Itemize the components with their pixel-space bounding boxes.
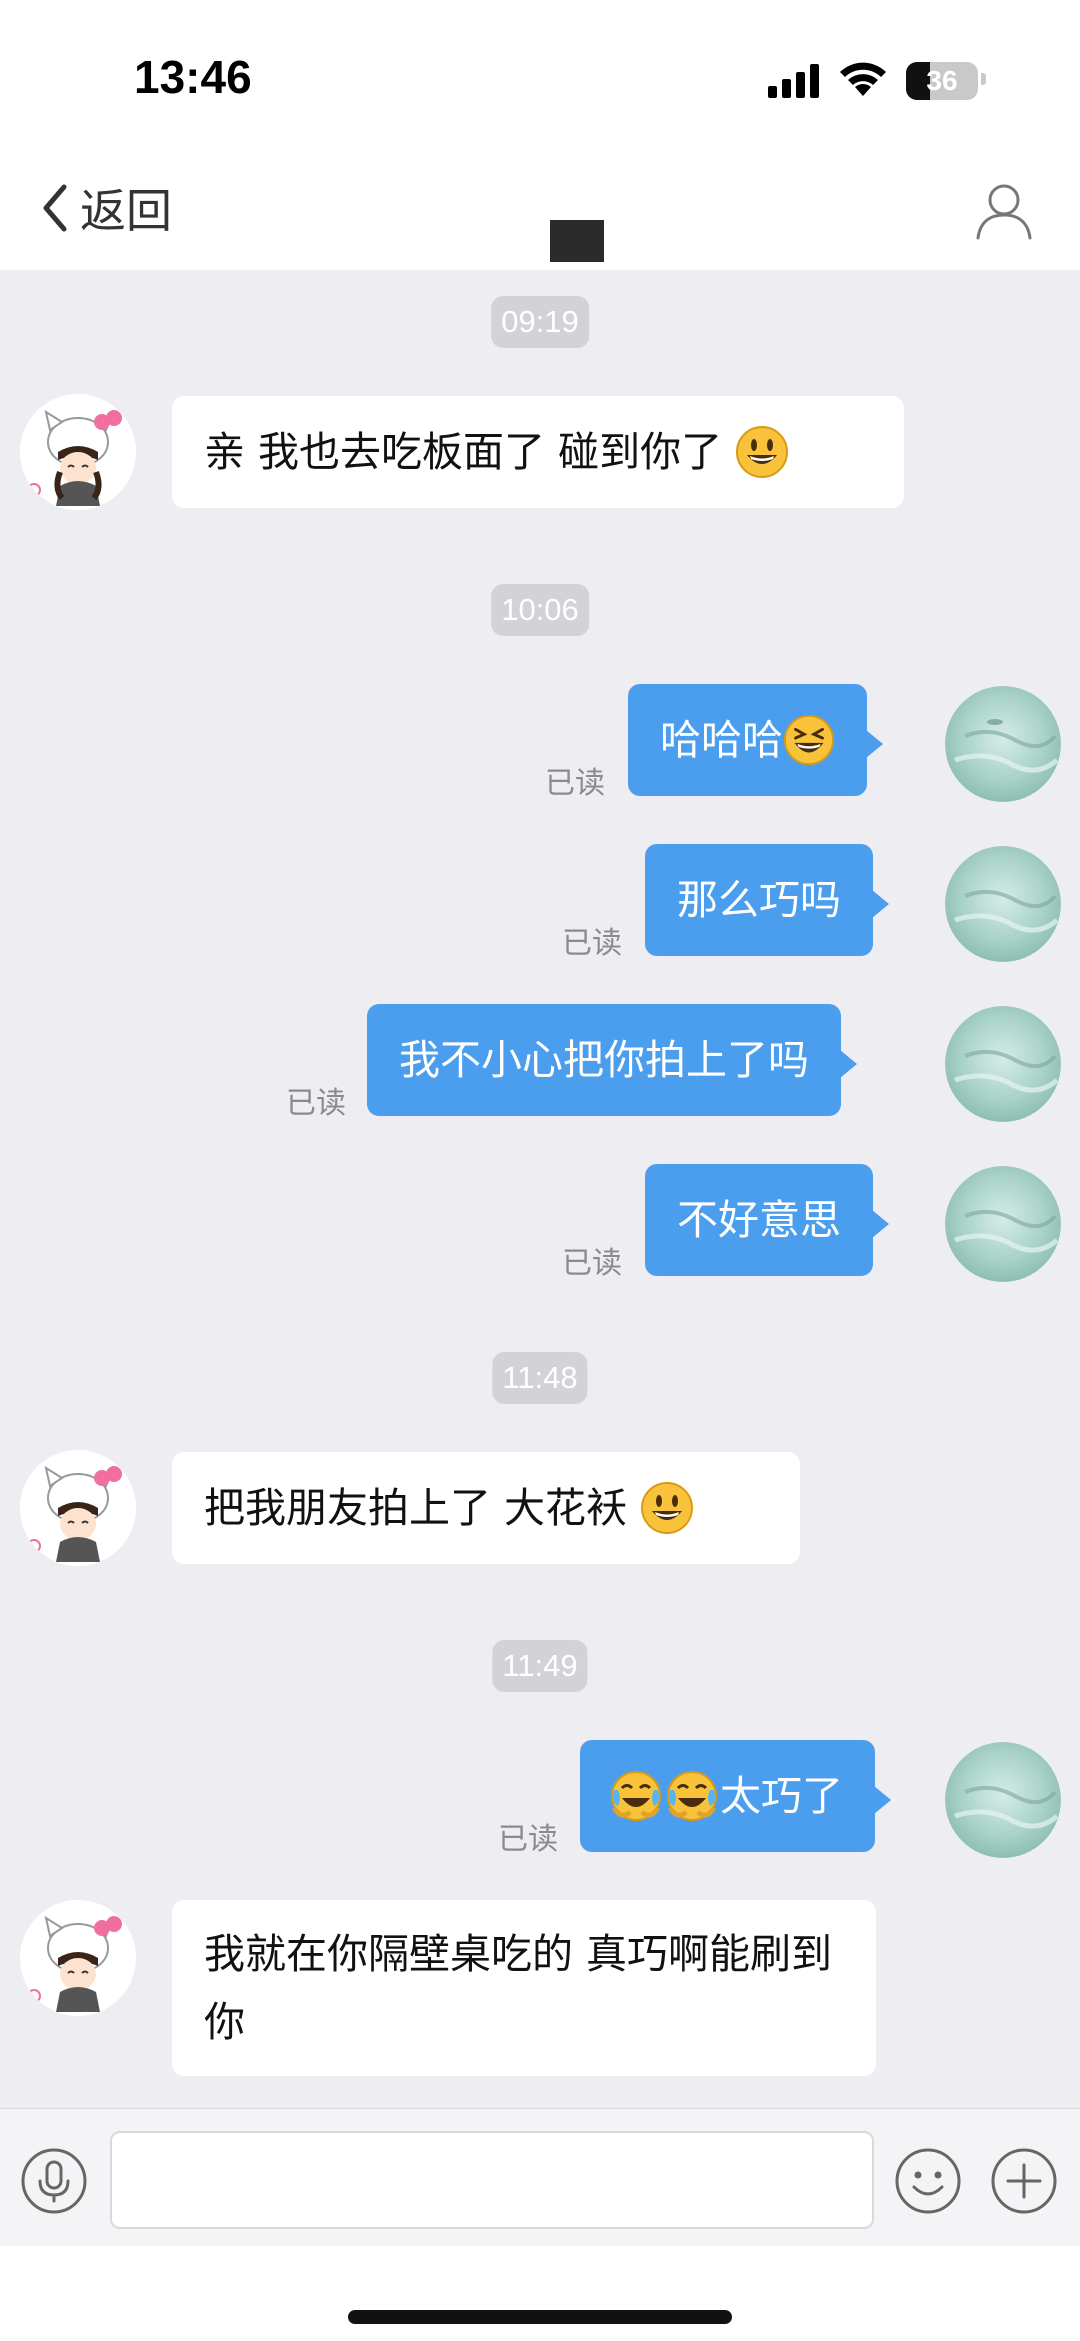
plus-icon (991, 2148, 1057, 2214)
message-text: 那么巧吗 (677, 876, 841, 924)
more-options-button[interactable] (990, 2147, 1058, 2215)
home-indicator[interactable] (348, 2310, 732, 2324)
back-button[interactable]: 返回 (40, 176, 172, 240)
cellular-signal-icon (768, 64, 819, 98)
message-bubble-incoming[interactable]: 亲 我也去吃板面了 碰到你了 (172, 396, 904, 508)
emoji-button[interactable] (894, 2147, 962, 2215)
home-area (0, 2246, 1080, 2341)
read-receipt: 已读 (562, 1246, 622, 1281)
message-bubble-outgoing[interactable]: 哈哈哈 (628, 684, 883, 796)
time-stamp: 09:19 (491, 296, 589, 348)
grinning-face-icon (736, 426, 789, 478)
message-bubble-incoming[interactable]: 把我朋友拍上了 大花袄 (172, 1452, 800, 1564)
message-text: 我就在你隔壁桌吃的 真巧啊能刷到你 (204, 1930, 833, 2046)
my-avatar[interactable] (945, 846, 1061, 962)
crying-laughing-face-icon (667, 1771, 717, 1821)
message-text: 哈哈哈 (660, 716, 783, 764)
person-icon (976, 184, 1032, 240)
battery-level: 36 (926, 65, 958, 96)
back-label: 返回 (80, 184, 172, 238)
message-bubble-outgoing[interactable]: 不好意思 (645, 1164, 889, 1276)
message-text: 把我朋友拍上了 大花袄 (204, 1484, 641, 1532)
message-input[interactable] (110, 2131, 874, 2229)
microphone-icon (21, 2148, 87, 2214)
message-bubble-outgoing[interactable]: 太巧了 (580, 1740, 891, 1852)
contact-avatar[interactable] (20, 1900, 136, 2016)
my-avatar[interactable] (945, 686, 1061, 802)
message-text: 我不小心把你拍上了吗 (399, 1036, 809, 1084)
read-receipt: 已读 (498, 1822, 558, 1857)
nav-bar: 返回 (0, 150, 1080, 274)
message-bubble-outgoing[interactable]: 那么巧吗 (645, 844, 889, 956)
message-bubble-incoming[interactable]: 我就在你隔壁桌吃的 真巧啊能刷到你 (172, 1900, 876, 2076)
message-text: 不好意思 (677, 1196, 841, 1244)
time-stamp: 11:48 (492, 1352, 588, 1404)
my-avatar[interactable] (945, 1006, 1061, 1122)
crying-laughing-face-icon (611, 1771, 661, 1821)
my-avatar[interactable] (945, 1166, 1061, 1282)
chat-area[interactable]: 09:19 亲 我也去吃板面了 碰到你了 10:06 已读 哈哈哈 已读 那么巧… (0, 270, 1080, 2108)
grinning-face-icon (641, 1482, 694, 1534)
read-receipt: 已读 (286, 1086, 346, 1121)
contact-avatar[interactable] (20, 1450, 136, 1566)
input-bar (0, 2108, 1080, 2246)
message-bubble-outgoing[interactable]: 我不小心把你拍上了吗 (367, 1004, 857, 1116)
read-receipt: 已读 (562, 926, 622, 961)
status-bar: 13:46 36 (0, 0, 1080, 150)
my-avatar[interactable] (945, 1742, 1061, 1858)
message-text: 亲 我也去吃板面了 碰到你了 (204, 428, 723, 476)
status-icons: 36 (768, 60, 988, 100)
status-time: 13:46 (134, 51, 252, 103)
time-stamp: 11:49 (492, 1640, 588, 1692)
message-text: 太巧了 (720, 1772, 843, 1820)
battery-icon: 36 (906, 62, 978, 100)
profile-button[interactable] (972, 178, 1036, 242)
time-stamp: 10:06 (491, 584, 589, 636)
contact-avatar[interactable] (20, 394, 136, 510)
smiley-face-icon (895, 2148, 961, 2214)
read-receipt: 已读 (545, 766, 605, 801)
laughing-squinting-face-icon (783, 714, 835, 766)
chevron-left-icon (43, 184, 67, 232)
voice-button[interactable] (20, 2147, 88, 2215)
wifi-icon (840, 62, 886, 96)
